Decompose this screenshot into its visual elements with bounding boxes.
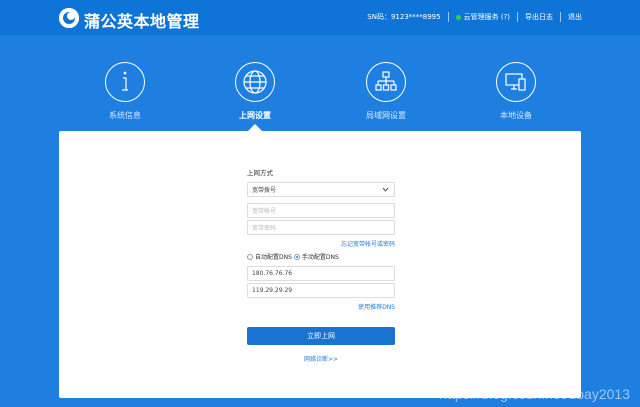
network-diagnose-link[interactable]: 网络诊断>>	[247, 354, 395, 363]
connection-mode-select[interactable]: 宽带拨号	[247, 182, 395, 197]
logo-icon	[59, 8, 79, 28]
header-actions: SN码：9123****8995 云管理服务 (?) 导出日志 退出	[367, 12, 582, 22]
cloud-status[interactable]: 云管理服务 (?)	[455, 12, 510, 22]
internet-settings-form: 上网方式 宽带拨号 宽带帐号 宽带密码 忘记宽带帐号或密码 自动配置DNS 手动…	[247, 167, 395, 363]
nav-local-devices[interactable]: 本地设备	[476, 62, 556, 121]
divider	[447, 12, 449, 22]
chevron-down-icon	[382, 186, 389, 195]
info-icon	[105, 62, 145, 102]
nav-label: 上网设置	[239, 111, 271, 120]
dns-manual-label: 手动配置DNS	[301, 254, 339, 261]
devices-icon	[496, 62, 536, 102]
dns-manual-option[interactable]: 手动配置DNS	[293, 252, 339, 261]
globe-icon	[235, 62, 275, 102]
password-input[interactable]: 宽带密码	[247, 220, 395, 235]
dns-auto-radio[interactable]	[247, 253, 253, 260]
dns-mode-group: 自动配置DNS 手动配置DNS	[247, 252, 395, 261]
primary-dns-input[interactable]: 180.76.76.76	[247, 266, 395, 281]
serial-number: SN码：9123****8995	[367, 13, 441, 21]
status-dot-icon	[455, 14, 461, 20]
divider	[560, 12, 561, 22]
settings-panel: 上网方式 宽带拨号 宽带帐号 宽带密码 忘记宽带帐号或密码 自动配置DNS 手动…	[59, 131, 581, 398]
export-log-link[interactable]: 导出日志	[525, 12, 553, 22]
top-header: 蒲公英本地管理 SN码：9123****8995 云管理服务 (?) 导出日志 …	[0, 0, 640, 35]
account-input[interactable]: 宽带帐号	[247, 203, 395, 218]
divider	[517, 12, 518, 22]
nav-label: 局域网设置	[366, 111, 406, 120]
active-tab-indicator	[248, 124, 262, 131]
connect-now-button[interactable]: 立即上网	[247, 327, 395, 345]
cloud-status-label: 云管理服务 (?)	[463, 13, 510, 21]
connection-mode-label: 上网方式	[247, 169, 273, 177]
nav-internet-settings[interactable]: 上网设置	[215, 62, 295, 121]
secondary-dns-input[interactable]: 119.29.29.29	[247, 283, 395, 298]
dns-auto-option[interactable]: 自动配置DNS	[247, 252, 292, 261]
nav-system-info[interactable]: 系统信息	[85, 62, 165, 121]
connection-mode-value: 宽带拨号	[252, 187, 277, 194]
watermark: https://blog.csdn.net/ubay2013	[439, 386, 630, 402]
logout-link[interactable]: 退出	[568, 12, 582, 22]
dns-manual-radio[interactable]	[293, 253, 300, 260]
nav-label: 系统信息	[109, 111, 141, 120]
nav-label: 本地设备	[500, 111, 532, 120]
recommended-dns-link[interactable]: 使用推荐DNS	[247, 302, 395, 311]
network-icon	[366, 62, 406, 102]
brand-title: 蒲公英本地管理	[84, 12, 200, 31]
forgot-account-link[interactable]: 忘记宽带帐号或密码	[247, 239, 395, 248]
dns-auto-label: 自动配置DNS	[255, 254, 292, 261]
nav-lan-settings[interactable]: 局域网设置	[346, 62, 426, 121]
